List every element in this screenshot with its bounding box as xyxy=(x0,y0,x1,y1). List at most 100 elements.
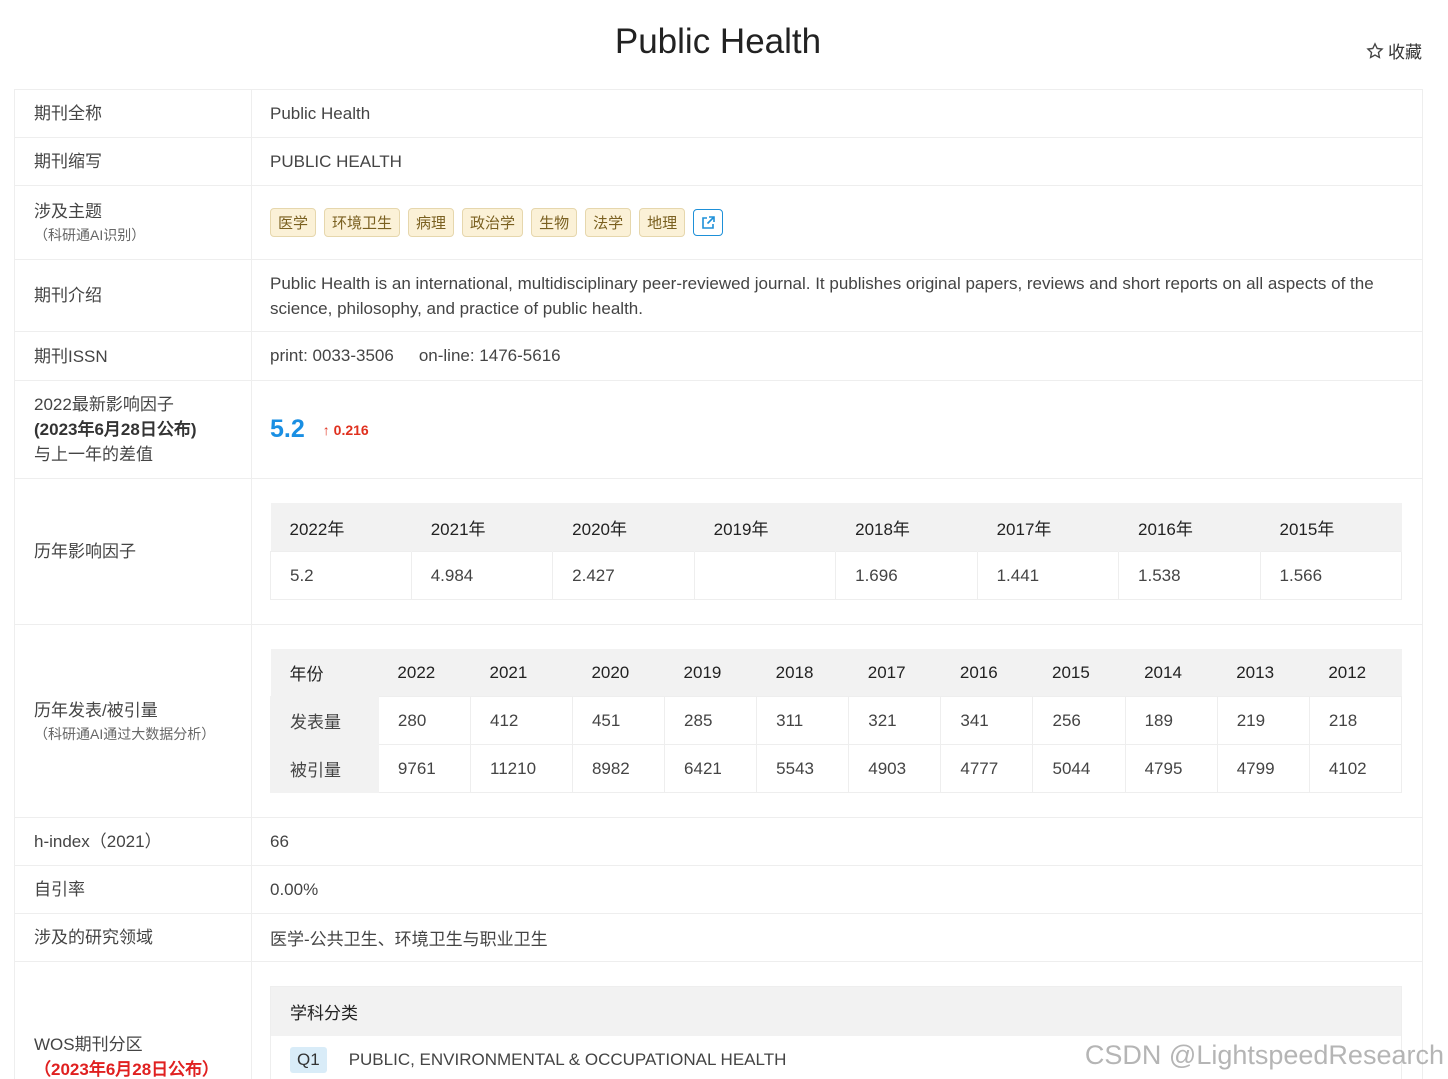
year-header: 2015年 xyxy=(1260,502,1403,552)
if-cell: 1.566 xyxy=(1259,551,1403,601)
year-header: 2021年 xyxy=(411,502,554,552)
row-intro: 期刊介绍 Public Health is an international, … xyxy=(15,260,1422,332)
row-research-field: 涉及的研究领域 医学-公共卫生、环境卫生与职业卫生 xyxy=(15,914,1422,962)
year-header: 2020 xyxy=(572,648,665,697)
row-full-name: 期刊全称 Public Health xyxy=(15,90,1422,138)
full-name-value: Public Health xyxy=(270,103,371,123)
selfcite-label: 自引率 xyxy=(15,866,252,913)
impact-label-cell: 2022最新影响因子 (2023年6月28日公布) 与上一年的差值 xyxy=(15,381,252,478)
year-header: 2018年 xyxy=(835,502,978,552)
cited-cell: 9761 xyxy=(377,744,472,794)
cited-cell: 4795 xyxy=(1124,744,1218,794)
hindex-label: h-index（2021） xyxy=(15,818,252,865)
impact-diff-label: 与上一年的差值 xyxy=(34,445,153,464)
cited-cell: 4799 xyxy=(1216,744,1310,794)
topic-tag[interactable]: 病理 xyxy=(408,208,455,237)
issn-print: print: 0033-3506 xyxy=(270,346,394,365)
year-header: 2017年 xyxy=(977,502,1120,552)
table-header-row: 年份 2022 2021 2020 2019 2018 2017 2016 20… xyxy=(270,648,1402,697)
published-cell: 218 xyxy=(1308,696,1403,746)
topics-label-cell: 涉及主题 （科研通AI识别） xyxy=(15,186,252,259)
abbr-value: PUBLIC HEALTH xyxy=(270,151,402,171)
hindex-value: 66 xyxy=(270,831,289,851)
year-header: 2022年 xyxy=(270,502,412,552)
row-header: 被引量 xyxy=(270,744,379,794)
issn-label: 期刊ISSN xyxy=(15,332,252,380)
topic-tag[interactable]: 政治学 xyxy=(462,208,524,237)
row-impact-factor: 2022最新影响因子 (2023年6月28日公布) 与上一年的差值 5.2 ↑ … xyxy=(15,381,1422,479)
issn-online: on-line: 1476-5616 xyxy=(418,346,561,365)
year-header: 2016 xyxy=(940,648,1033,697)
cited-cell: 8982 xyxy=(571,744,666,794)
topic-tag[interactable]: 生物 xyxy=(531,208,578,237)
wos-header: 学科分类 xyxy=(271,987,1401,1036)
if-cell: 1.441 xyxy=(976,551,1120,601)
wos-category: PUBLIC, ENVIRONMENTAL & OCCUPATIONAL HEA… xyxy=(348,1050,787,1069)
topics-sublabel: （科研通AI识别） xyxy=(34,227,146,243)
quartile-badge: Q1 xyxy=(290,1047,327,1073)
publications-label: 历年发表/被引量 xyxy=(34,700,158,720)
abbr-label: 期刊缩写 xyxy=(15,138,252,185)
page-title: Public Health xyxy=(614,22,822,61)
external-link-button[interactable] xyxy=(693,209,724,236)
topic-tag[interactable]: 医学 xyxy=(270,208,317,237)
impact-label: 2022最新影响因子 xyxy=(34,395,174,414)
wos-label-cell: WOS期刊分区 （2023年6月28日公布） xyxy=(15,962,252,1079)
impact-factor-value: 5.2 xyxy=(270,415,305,443)
cited-cell: 4777 xyxy=(940,744,1034,794)
year-header: 2019年 xyxy=(694,502,837,552)
published-cell: 285 xyxy=(664,696,758,746)
table-header-row: 2022年 2021年 2020年 2019年 2018年 2017年 2016… xyxy=(270,502,1403,552)
table-row: 发表量 280 412 451 285 311 321 341 256 189 … xyxy=(270,696,1403,746)
favorite-button[interactable]: 收藏 xyxy=(1366,38,1422,63)
row-topics: 涉及主题 （科研通AI识别） 医学 环境卫生 病理 政治学 生物 法学 地理 xyxy=(15,186,1422,260)
year-header: 2015 xyxy=(1032,648,1126,697)
row-publications: 历年发表/被引量 （科研通AI通过大数据分析） 年份 2022 2021 202… xyxy=(15,625,1422,818)
published-cell: 311 xyxy=(756,696,850,746)
impact-factor-delta: ↑ 0.216 xyxy=(322,421,369,438)
journal-info-table: 期刊全称 Public Health 期刊缩写 PUBLIC HEALTH 涉及… xyxy=(14,89,1423,1079)
if-cell: 5.2 xyxy=(270,551,412,601)
cited-cell: 4903 xyxy=(848,744,942,794)
published-cell: 321 xyxy=(848,696,942,746)
table-row: 被引量 9761 11210 8982 6421 5543 4903 4777 … xyxy=(270,744,1403,794)
row-issn: 期刊ISSN print: 0033-3506 on-line: 1476-56… xyxy=(15,332,1422,381)
wos-date: （2023年6月28日公布） xyxy=(34,1060,220,1079)
impact-date: (2023年6月28日公布) xyxy=(34,420,197,439)
wos-label: WOS期刊分区 xyxy=(34,1035,143,1054)
cited-cell: 4102 xyxy=(1308,744,1403,794)
published-cell: 280 xyxy=(377,696,472,746)
history-if-label: 历年影响因子 xyxy=(15,479,252,624)
favorite-label: 收藏 xyxy=(1388,43,1422,62)
row-abbr: 期刊缩写 PUBLIC HEALTH xyxy=(15,138,1422,186)
topics-label: 涉及主题 xyxy=(34,202,102,221)
published-cell: 219 xyxy=(1216,696,1310,746)
topic-tags: 医学 环境卫生 病理 政治学 生物 法学 地理 xyxy=(270,208,724,237)
topic-tag[interactable]: 地理 xyxy=(639,208,686,237)
publications-sublabel: （科研通AI通过大数据分析） xyxy=(34,725,216,742)
year-header: 2017 xyxy=(848,648,941,697)
table-row: 5.2 4.984 2.427 1.696 1.441 1.538 1.566 xyxy=(270,551,1403,601)
corner-header: 年份 xyxy=(270,648,379,697)
field-label: 涉及的研究领域 xyxy=(15,914,252,961)
year-header: 2014 xyxy=(1125,648,1218,697)
topic-tag[interactable]: 法学 xyxy=(585,208,632,237)
if-cell: 2.427 xyxy=(552,551,695,601)
published-cell: 451 xyxy=(571,696,666,746)
published-cell: 341 xyxy=(940,696,1034,746)
cited-cell: 6421 xyxy=(664,744,758,794)
intro-value: Public Health is an international, multi… xyxy=(270,273,1374,318)
year-header: 2019 xyxy=(664,648,757,697)
year-header: 2018 xyxy=(756,648,849,697)
cited-cell: 11210 xyxy=(470,744,573,794)
year-header: 2012 xyxy=(1309,648,1402,697)
published-cell: 189 xyxy=(1124,696,1218,746)
row-hindex: h-index（2021） 66 xyxy=(15,818,1422,866)
topic-tag[interactable]: 环境卫生 xyxy=(324,208,401,237)
year-header: 2016年 xyxy=(1118,502,1261,552)
if-cell: 1.538 xyxy=(1118,551,1261,601)
cited-cell: 5044 xyxy=(1032,744,1126,794)
field-value: 医学-公共卫生、环境卫生与职业卫生 xyxy=(270,930,548,949)
history-if-table: 2022年 2021年 2020年 2019年 2018年 2017年 2016… xyxy=(270,502,1403,601)
year-header: 2020年 xyxy=(552,502,695,552)
